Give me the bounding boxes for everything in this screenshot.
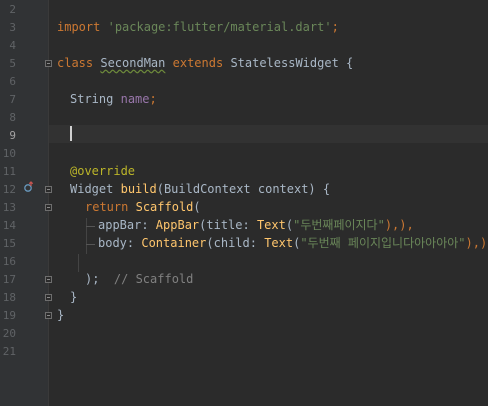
close-paren-comma: ), bbox=[479, 236, 488, 250]
code-line-18[interactable]: } bbox=[70, 288, 77, 306]
keyword-class: class bbox=[57, 56, 94, 70]
line-number: 15 bbox=[2, 237, 16, 250]
base-class: StatelessWidget bbox=[230, 56, 339, 70]
code-line-12[interactable]: Widget build(BuildContext context) { bbox=[70, 180, 330, 198]
line-number: 16 bbox=[2, 255, 16, 268]
line-number: 6 bbox=[9, 75, 16, 88]
container-call: Container bbox=[141, 236, 207, 250]
close-paren-comma: ), bbox=[399, 218, 414, 232]
line-number: 11 bbox=[2, 165, 16, 178]
code-line-7[interactable]: String name; bbox=[70, 90, 157, 108]
text-call: Text bbox=[256, 218, 286, 232]
close-brace: } bbox=[70, 290, 78, 304]
indent-guide-branch bbox=[86, 226, 95, 227]
close-brace: } bbox=[57, 308, 65, 322]
line-number: 20 bbox=[2, 327, 16, 340]
line-number: 3 bbox=[9, 21, 16, 34]
line-number: 7 bbox=[9, 93, 16, 106]
code-line-19[interactable]: } bbox=[57, 306, 64, 324]
code-line-11[interactable]: @override bbox=[70, 162, 135, 180]
param-body: body: bbox=[98, 236, 142, 250]
code-line-15[interactable]: body: Container(child: Text("두번째 페이지입니다아… bbox=[98, 234, 488, 252]
type-string: String bbox=[70, 92, 114, 106]
line-number: 19 bbox=[2, 309, 16, 322]
open-paren: ( bbox=[193, 200, 201, 214]
class-name: SecondMan bbox=[100, 56, 166, 70]
fold-toggle-class-end[interactable] bbox=[45, 312, 52, 319]
semicolon: ; bbox=[331, 20, 339, 34]
keyword-return: return bbox=[85, 200, 129, 214]
line-number: 18 bbox=[2, 291, 16, 304]
close-scaffold: ); bbox=[85, 272, 100, 286]
appbar-call: AppBar bbox=[155, 218, 200, 232]
gutter[interactable]: 2 3 4 5 6 7 8 9 10 11 12 13 14 15 16 17 … bbox=[0, 0, 48, 406]
method-name: build bbox=[120, 182, 157, 196]
text-caret bbox=[70, 126, 72, 141]
field-name: name bbox=[120, 92, 150, 106]
semicolon: ; bbox=[149, 92, 157, 106]
return-type: Widget bbox=[70, 182, 114, 196]
line-number: 10 bbox=[2, 147, 16, 160]
indent-guide bbox=[86, 218, 87, 254]
line-number: 14 bbox=[2, 219, 16, 232]
close-paren-comma: ), bbox=[384, 218, 400, 232]
title-string: "두번째페이지다" bbox=[293, 218, 385, 232]
args-child: (child: bbox=[206, 236, 265, 250]
scaffold-call: Scaffold bbox=[135, 200, 194, 214]
fold-toggle-build-end[interactable] bbox=[45, 294, 52, 301]
body-string: "두번째 페이지입니다아아아아" bbox=[300, 236, 466, 250]
fold-toggle-build[interactable] bbox=[45, 186, 52, 193]
line-number: 8 bbox=[9, 111, 16, 124]
line-number-current: 9 bbox=[9, 129, 16, 142]
open-brace: { bbox=[338, 56, 354, 70]
import-string: 'package:flutter/material.dart' bbox=[107, 20, 332, 34]
code-editor[interactable]: 2 3 4 5 6 7 8 9 10 11 12 13 14 15 16 17 … bbox=[0, 0, 488, 406]
code-line-5[interactable]: class SecondMan extends StatelessWidget … bbox=[57, 54, 353, 72]
paren: ( bbox=[285, 218, 294, 232]
comment-scaffold: // Scaffold bbox=[113, 272, 194, 286]
code-line-13[interactable]: return Scaffold( bbox=[85, 198, 201, 216]
method-params: (BuildContext context) { bbox=[156, 182, 331, 196]
fold-toggle-scaffold-end[interactable] bbox=[45, 276, 52, 283]
line-number: 5 bbox=[9, 57, 16, 70]
fold-toggle-class[interactable] bbox=[45, 60, 52, 67]
param-appbar: appBar: bbox=[98, 218, 156, 232]
indent-guide-branch bbox=[86, 244, 95, 245]
line-number: 2 bbox=[9, 3, 16, 16]
override-icon[interactable] bbox=[23, 181, 35, 193]
line-number: 4 bbox=[9, 39, 16, 52]
line-number: 17 bbox=[2, 273, 16, 286]
fold-toggle-scaffold[interactable] bbox=[45, 204, 52, 211]
keyword-extends: extends bbox=[172, 56, 224, 70]
annotation-override: @override bbox=[70, 164, 136, 178]
close-paren-comma: ), bbox=[465, 236, 480, 250]
line-number: 13 bbox=[2, 201, 16, 214]
code-line-3[interactable]: import 'package:flutter/material.dart'; bbox=[57, 18, 339, 36]
code-line-17[interactable]: ); // Scaffold bbox=[85, 270, 193, 288]
indent-guide bbox=[78, 254, 79, 272]
code-line-14[interactable]: appBar: AppBar(title: Text("두번째페이지다"),), bbox=[98, 216, 414, 234]
keyword-import: import bbox=[57, 20, 101, 34]
line-number: 21 bbox=[2, 345, 16, 358]
args-title: (title: bbox=[199, 218, 257, 232]
current-line-highlight bbox=[49, 125, 488, 143]
text-call: Text bbox=[264, 236, 294, 250]
line-number: 12 bbox=[2, 183, 16, 196]
